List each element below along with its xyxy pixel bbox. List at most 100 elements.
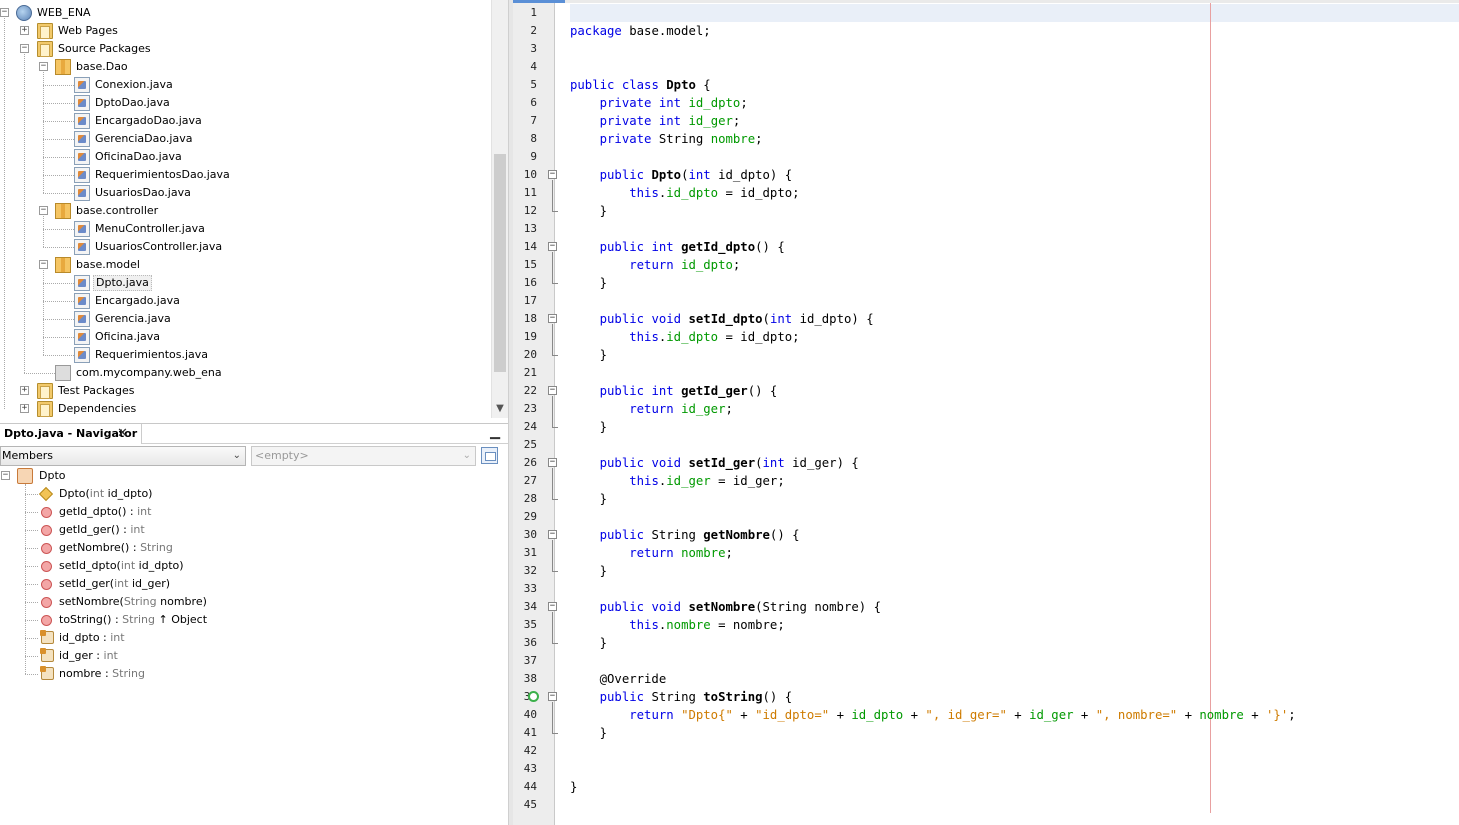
code-line[interactable]: package base.model;: [570, 22, 711, 40]
line-number[interactable]: 33: [513, 580, 537, 598]
tree-item[interactable]: OficinaDao.java: [0, 148, 490, 166]
code-line[interactable]: public class Dpto {: [570, 76, 711, 94]
code-line[interactable]: public int getId_dpto() {: [570, 238, 785, 256]
filters-toggle-icon[interactable]: [481, 447, 498, 464]
tree-item[interactable]: UsuariosController.java: [0, 238, 490, 256]
code-line[interactable]: return "Dpto{" + "id_dpto=" + id_dpto + …: [570, 706, 1295, 724]
filter-dropdown[interactable]: <empty> ⌄: [251, 446, 476, 466]
line-number[interactable]: 31: [513, 544, 537, 562]
code-line[interactable]: return id_dpto;: [570, 256, 740, 274]
line-number[interactable]: 42: [513, 742, 537, 760]
collapse-icon[interactable]: −: [0, 8, 9, 17]
fold-collapse-icon[interactable]: −: [548, 458, 557, 467]
close-icon[interactable]: ✕: [117, 424, 128, 444]
code-line[interactable]: this.id_ger = id_ger;: [570, 472, 785, 490]
members-dropdown[interactable]: Members ⌄: [0, 446, 246, 466]
code-line[interactable]: this.id_dpto = id_dpto;: [570, 184, 799, 202]
fold-collapse-icon[interactable]: −: [548, 314, 557, 323]
line-number[interactable]: 26: [513, 454, 537, 472]
line-number[interactable]: 1: [513, 4, 537, 22]
line-number[interactable]: 9: [513, 148, 537, 166]
line-number[interactable]: 35: [513, 616, 537, 634]
tree-item[interactable]: Oficina.java: [0, 328, 490, 346]
line-number[interactable]: 5: [513, 76, 537, 94]
code-editor[interactable]: 1 2 3 4 5 6 7 8 9 10 11 12 13 14 15 16 17 18 19 20 21 22 23 24 2…: [513, 0, 1459, 825]
code-line[interactable]: private int id_ger;: [570, 112, 741, 130]
code-line[interactable]: }: [570, 634, 607, 652]
tree-item[interactable]: MenuController.java: [0, 220, 490, 238]
line-number[interactable]: 11: [513, 184, 537, 202]
tree-item[interactable]: − base.Dao: [0, 58, 490, 76]
line-number[interactable]: 41: [513, 724, 537, 742]
code-line[interactable]: this.nombre = nombre;: [570, 616, 785, 634]
line-number[interactable]: 37: [513, 652, 537, 670]
fold-collapse-icon[interactable]: −: [548, 530, 557, 539]
line-number[interactable]: 14: [513, 238, 537, 256]
collapse-icon[interactable]: −: [20, 44, 29, 53]
tree-item[interactable]: + Dependencies: [0, 400, 490, 418]
code-line[interactable]: public int getId_ger() {: [570, 382, 778, 400]
line-number[interactable]: 27: [513, 472, 537, 490]
code-line[interactable]: return nombre;: [570, 544, 733, 562]
line-number[interactable]: 22: [513, 382, 537, 400]
tree-item[interactable]: RequerimientosDao.java: [0, 166, 490, 184]
tree-item[interactable]: − base.model: [0, 256, 490, 274]
member-item[interactable]: getNombre() : String: [0, 539, 490, 557]
line-number[interactable]: 28: [513, 490, 537, 508]
member-item[interactable]: setNombre(String nombre): [0, 593, 490, 611]
line-number[interactable]: 36: [513, 634, 537, 652]
code-line[interactable]: this.id_dpto = id_dpto;: [570, 328, 799, 346]
line-number[interactable]: 3: [513, 40, 537, 58]
line-number[interactable]: 38: [513, 670, 537, 688]
collapse-icon[interactable]: −: [39, 260, 48, 269]
code-line[interactable]: public Dpto(int id_dpto) {: [570, 166, 793, 184]
line-number[interactable]: 34: [513, 598, 537, 616]
collapse-icon[interactable]: −: [1, 471, 10, 480]
line-number[interactable]: 24: [513, 418, 537, 436]
line-number[interactable]: 18: [513, 310, 537, 328]
line-number-gutter[interactable]: 1 2 3 4 5 6 7 8 9 10 11 12 13 14 15 16 17 18 19 20 21 22 23 24 2…: [513, 3, 558, 825]
code-line[interactable]: }: [570, 274, 607, 292]
tree-item[interactable]: + Web Pages: [0, 22, 490, 40]
line-number[interactable]: 10: [513, 166, 537, 184]
line-number[interactable]: 23: [513, 400, 537, 418]
line-number[interactable]: 19: [513, 328, 537, 346]
collapse-icon[interactable]: −: [39, 206, 48, 215]
member-item[interactable]: getId_dpto() : int: [0, 503, 490, 521]
code-line[interactable]: private String nombre;: [570, 130, 763, 148]
member-item[interactable]: getId_ger() : int: [0, 521, 490, 539]
line-number[interactable]: 40: [513, 706, 537, 724]
scroll-down-arrow-icon[interactable]: ▼: [494, 402, 506, 416]
code-line[interactable]: }: [570, 202, 607, 220]
tree-item[interactable]: Conexion.java: [0, 76, 490, 94]
member-item[interactable]: setId_dpto(int id_dpto): [0, 557, 490, 575]
member-item[interactable]: id_ger : int: [0, 647, 490, 665]
line-number[interactable]: 44: [513, 778, 537, 796]
tree-item[interactable]: − base.controller: [0, 202, 490, 220]
tree-item[interactable]: Gerencia.java: [0, 310, 490, 328]
line-number[interactable]: 7: [513, 112, 537, 130]
member-item[interactable]: setId_ger(int id_ger): [0, 575, 490, 593]
code-line[interactable]: private int id_dpto;: [570, 94, 748, 112]
tree-item[interactable]: Encargado.java: [0, 292, 490, 310]
navigator-root[interactable]: − Dpto: [0, 467, 490, 485]
tree-item[interactable]: + Test Packages: [0, 382, 490, 400]
line-number[interactable]: 13: [513, 220, 537, 238]
line-number[interactable]: 12: [513, 202, 537, 220]
tree-item[interactable]: − Source Packages: [0, 40, 490, 58]
code-line[interactable]: public String getNombre() {: [570, 526, 800, 544]
member-item[interactable]: nombre : String: [0, 665, 490, 683]
code-line[interactable]: }: [570, 346, 607, 364]
code-line[interactable]: }: [570, 724, 607, 742]
fold-collapse-icon[interactable]: −: [548, 170, 557, 179]
line-number[interactable]: 16: [513, 274, 537, 292]
code-line[interactable]: }: [570, 418, 607, 436]
line-number[interactable]: 45: [513, 796, 537, 814]
fold-collapse-icon[interactable]: −: [548, 386, 557, 395]
line-number[interactable]: 15: [513, 256, 537, 274]
member-item[interactable]: id_dpto : int: [0, 629, 490, 647]
line-number[interactable]: 20: [513, 346, 537, 364]
scrollbar-thumb[interactable]: [494, 154, 506, 372]
override-annotation-icon[interactable]: [528, 691, 539, 702]
fold-collapse-icon[interactable]: −: [548, 602, 557, 611]
